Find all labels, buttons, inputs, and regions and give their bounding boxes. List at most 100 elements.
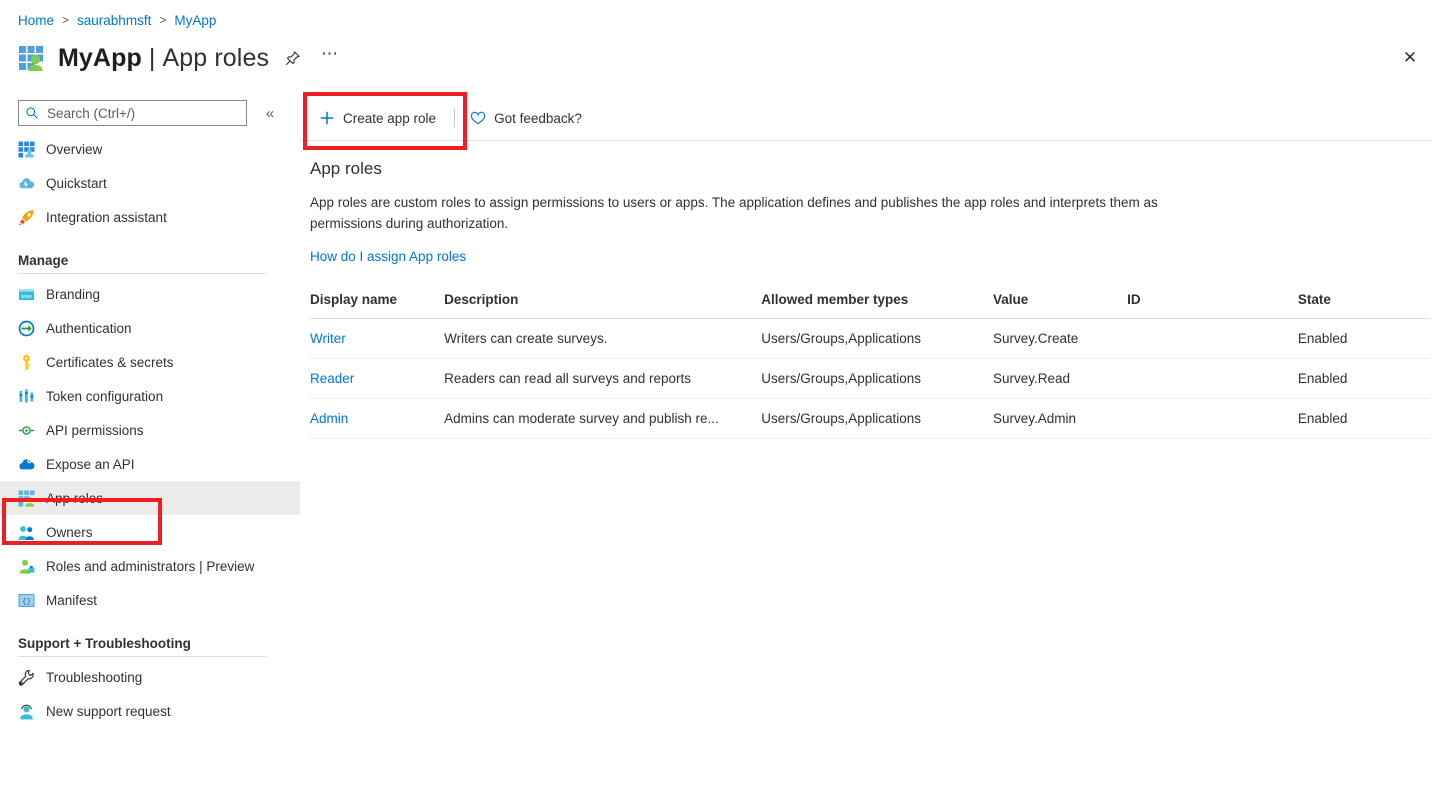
sidebar-item-label: Roles and administrators | Preview: [46, 559, 254, 574]
wrench-icon: [18, 669, 35, 686]
sidebar-item-overview[interactable]: Overview: [0, 132, 300, 166]
breadcrumb-item-saurabhmsft[interactable]: saurabhmsft: [77, 13, 151, 28]
cell-value: Survey.Admin: [993, 399, 1127, 439]
app-registration-icon: [18, 43, 48, 73]
ellipsis-glyph: ⋯: [321, 50, 339, 58]
authentication-arrow-icon: [18, 320, 35, 337]
sidebar-item-authentication[interactable]: Authentication: [0, 311, 300, 345]
search-icon: [25, 106, 39, 120]
sidebar-item-quickstart[interactable]: Quickstart: [0, 166, 300, 200]
nav-divider: [18, 656, 266, 657]
sidebar-item-certificates-secrets[interactable]: Certificates & secrets: [0, 345, 300, 379]
sidebar-item-label: Authentication: [46, 321, 132, 336]
cell-display-name[interactable]: Reader: [310, 359, 444, 399]
table-row[interactable]: Admin Admins can moderate survey and pub…: [310, 399, 1430, 439]
sidebar-item-label: New support request: [46, 704, 171, 719]
api-permissions-icon: [18, 422, 35, 439]
app-role-link-writer[interactable]: Writer: [310, 331, 346, 346]
app-roles-table: Display name Description Allowed member …: [310, 292, 1430, 439]
search-input[interactable]: [45, 105, 240, 122]
column-header-state[interactable]: State: [1298, 292, 1430, 319]
sidebar-item-token-configuration[interactable]: Token configuration: [0, 379, 300, 413]
sidebar-item-troubleshooting[interactable]: Troubleshooting: [0, 660, 300, 694]
main-content: Create app role Got feedback? App roles …: [300, 96, 1446, 795]
breadcrumb-separator-icon: >: [159, 13, 166, 27]
cell-description: Writers can create surveys.: [444, 319, 761, 359]
table-header: Display name Description Allowed member …: [310, 292, 1430, 319]
sidebar-item-manifest[interactable]: {} Manifest: [0, 583, 300, 617]
page-title-row: MyApp | App roles ⋯: [18, 38, 345, 78]
key-icon: [18, 354, 35, 371]
command-bar-separator: [454, 109, 455, 127]
sidebar-item-api-permissions[interactable]: API permissions: [0, 413, 300, 447]
close-icon[interactable]: ✕: [1396, 44, 1424, 72]
search-row: «: [0, 100, 300, 126]
sidebar-item-branding[interactable]: www Branding: [0, 277, 300, 311]
quickstart-cloud-icon: [18, 175, 35, 192]
sidebar-item-label: Certificates & secrets: [46, 355, 174, 370]
collapse-glyph: «: [266, 105, 274, 122]
chevron-double-left-icon[interactable]: «: [260, 102, 280, 124]
breadcrumb-separator-icon: >: [62, 13, 69, 27]
breadcrumb-item-myapp[interactable]: MyApp: [174, 13, 216, 28]
ellipsis-icon[interactable]: ⋯: [315, 39, 345, 78]
left-navigation-panel: « Overview: [0, 100, 300, 795]
sidebar-item-owners[interactable]: Owners: [0, 515, 300, 549]
sidebar-item-label: Integration assistant: [46, 210, 167, 225]
search-box[interactable]: [18, 100, 247, 126]
owners-people-icon: [18, 524, 35, 541]
sidebar-item-label: Token configuration: [46, 389, 163, 404]
cell-display-name[interactable]: Admin: [310, 399, 444, 439]
nav-divider: [18, 273, 266, 274]
cell-value: Survey.Read: [993, 359, 1127, 399]
support-person-icon: [18, 703, 35, 720]
nav-group-top: Overview Quickstart Integration assi: [0, 132, 300, 234]
create-app-role-button[interactable]: Create app role: [310, 103, 448, 133]
sidebar-item-integration-assistant[interactable]: Integration assistant: [0, 200, 300, 234]
cell-value: Survey.Create: [993, 319, 1127, 359]
cell-allowed-member-types: Users/Groups,Applications: [761, 319, 993, 359]
got-feedback-button[interactable]: Got feedback?: [461, 103, 594, 133]
sidebar-item-roles-and-administrators[interactable]: Roles and administrators | Preview: [0, 549, 300, 583]
expose-api-cloud-icon: [18, 456, 35, 473]
sidebar-item-expose-an-api[interactable]: Expose an API: [0, 447, 300, 481]
cell-id: [1127, 359, 1298, 399]
sidebar-item-app-roles[interactable]: App roles: [0, 481, 300, 515]
app-roles-icon: [18, 490, 35, 507]
nav-group-support: Support + Troubleshooting Troubleshootin…: [0, 623, 300, 728]
cell-state: Enabled: [1298, 359, 1430, 399]
table-body: Writer Writers can create surveys. Users…: [310, 319, 1430, 439]
app-role-link-admin[interactable]: Admin: [310, 411, 348, 426]
sidebar-item-new-support-request[interactable]: New support request: [0, 694, 300, 728]
cell-allowed-member-types: Users/Groups,Applications: [761, 399, 993, 439]
how-do-i-assign-app-roles-link[interactable]: How do I assign App roles: [310, 249, 466, 264]
pin-icon[interactable]: [277, 43, 307, 73]
column-header-id[interactable]: ID: [1127, 292, 1298, 319]
page-title: MyApp | App roles: [58, 44, 269, 73]
table-row[interactable]: Writer Writers can create surveys. Users…: [310, 319, 1430, 359]
cell-id: [1127, 399, 1298, 439]
cell-display-name[interactable]: Writer: [310, 319, 444, 359]
close-glyph: ✕: [1403, 48, 1417, 68]
command-bar: Create app role Got feedback?: [300, 96, 1432, 141]
column-header-allowed-member-types[interactable]: Allowed member types: [761, 292, 993, 319]
nav-group-manage: Manage www Branding Authentication: [0, 240, 300, 617]
breadcrumb: Home > saurabhmsft > MyApp: [18, 10, 216, 30]
page-title-section: App roles: [163, 44, 270, 72]
cell-state: Enabled: [1298, 319, 1430, 359]
sidebar-item-label: Troubleshooting: [46, 670, 142, 685]
column-header-value[interactable]: Value: [993, 292, 1127, 319]
nav-section-title-manage: Manage: [0, 240, 300, 273]
page-title-app: MyApp: [58, 44, 142, 72]
svg-text:{}: {}: [22, 598, 31, 606]
create-app-role-label: Create app role: [343, 111, 436, 126]
column-header-description[interactable]: Description: [444, 292, 761, 319]
table-row[interactable]: Reader Readers can read all surveys and …: [310, 359, 1430, 399]
sidebar-item-label: App roles: [46, 491, 103, 506]
sidebar-item-label: Branding: [46, 287, 100, 302]
breadcrumb-item-home[interactable]: Home: [18, 13, 54, 28]
app-role-link-reader[interactable]: Reader: [310, 371, 354, 386]
nav-section-title-support: Support + Troubleshooting: [0, 623, 300, 656]
manifest-braces-icon: {}: [18, 592, 35, 609]
column-header-display-name[interactable]: Display name: [310, 292, 444, 319]
